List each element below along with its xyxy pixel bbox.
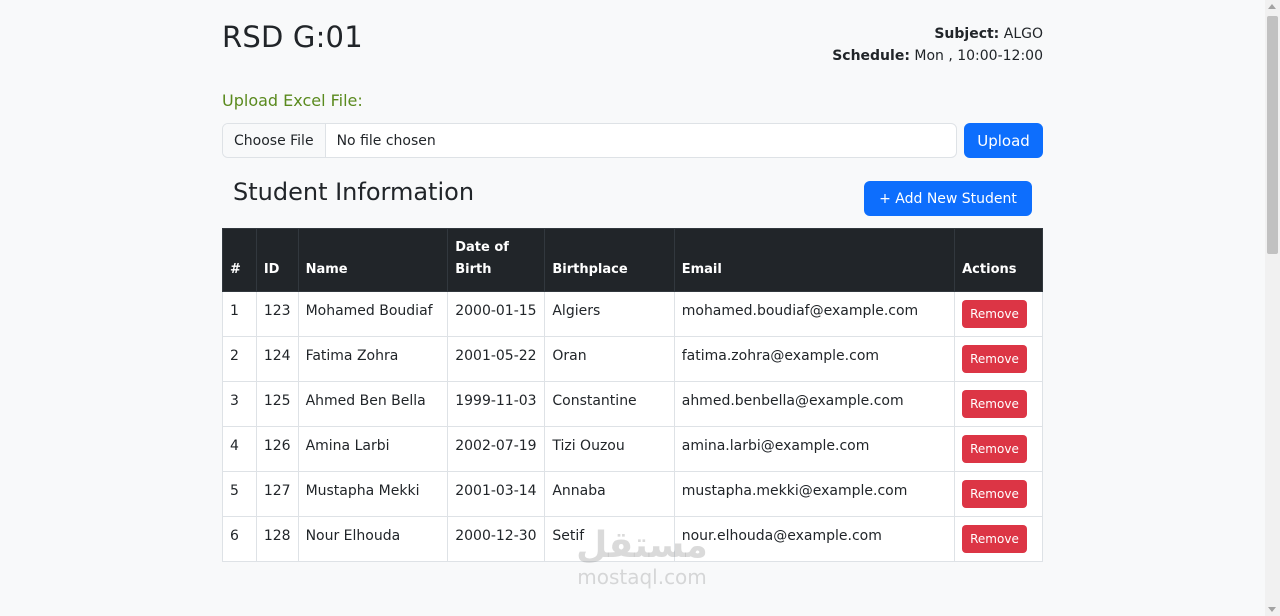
remove-button[interactable]: Remove	[962, 390, 1027, 418]
cell-num: 3	[222, 381, 257, 427]
table-body: 1 123 Mohamed Boudiaf 2000-01-15 Algiers…	[222, 291, 1043, 562]
scroll-down-icon[interactable]	[1268, 607, 1276, 612]
subject-label: Subject:	[934, 26, 1000, 42]
file-status: No file chosen	[336, 132, 436, 149]
cell-dob: 2002-07-19	[447, 426, 546, 472]
cell-num: 4	[222, 426, 257, 472]
cell-id: 127	[255, 471, 299, 517]
cell-actions: Remove	[954, 381, 1043, 427]
cell-birthplace: Constantine	[544, 381, 675, 427]
schedule-value: Mon , 10:00-12:00	[914, 48, 1043, 64]
cell-id: 128	[255, 516, 299, 562]
remove-button[interactable]: Remove	[962, 435, 1027, 463]
subject-value: ALGO	[1003, 26, 1043, 42]
col-header-num: #	[222, 228, 257, 292]
cell-birthplace: Annaba	[544, 471, 675, 517]
cell-actions: Remove	[954, 471, 1043, 517]
remove-button[interactable]: Remove	[962, 525, 1027, 553]
cell-email: nour.elhouda@example.com	[673, 516, 956, 562]
col-header-birthplace: Birthplace	[544, 228, 675, 292]
cell-name: Mohamed Boudiaf	[297, 291, 449, 337]
students-table: # ID Name Date of Birth Birthplace Email…	[222, 228, 1043, 562]
cell-email: mustapha.mekki@example.com	[673, 471, 956, 517]
section-title: Student Information	[233, 178, 475, 206]
table-row: 4 126 Amina Larbi 2002-07-19 Tizi Ouzou …	[222, 426, 1043, 472]
cell-num: 2	[222, 336, 257, 382]
col-header-email: Email	[673, 228, 956, 292]
cell-birthplace: Oran	[544, 336, 675, 382]
cell-dob: 2000-01-15	[447, 291, 546, 337]
cell-actions: Remove	[954, 426, 1043, 472]
header-row: # ID Name Date of Birth Birthplace Email…	[222, 228, 1043, 292]
table-row: 3 125 Ahmed Ben Bella 1999-11-03 Constan…	[222, 381, 1043, 427]
cell-actions: Remove	[954, 336, 1043, 382]
upload-label: Upload Excel File:	[222, 91, 363, 110]
cell-id: 126	[255, 426, 299, 472]
remove-button[interactable]: Remove	[962, 345, 1027, 373]
cell-name: Amina Larbi	[297, 426, 449, 472]
table-row: 6 128 Nour Elhouda 2000-12-30 Setif nour…	[222, 516, 1043, 562]
table-row: 2 124 Fatima Zohra 2001-05-22 Oran fatim…	[222, 336, 1043, 382]
remove-button[interactable]: Remove	[962, 480, 1027, 508]
cell-dob: 2000-12-30	[447, 516, 546, 562]
col-header-dob: Date of Birth	[447, 228, 546, 292]
col-header-name: Name	[297, 228, 449, 292]
cell-email: amina.larbi@example.com	[673, 426, 956, 472]
cell-id: 124	[255, 336, 299, 382]
table-header: # ID Name Date of Birth Birthplace Email…	[222, 228, 1043, 292]
page-title: RSD G:01	[222, 20, 363, 54]
table-row: 1 123 Mohamed Boudiaf 2000-01-15 Algiers…	[222, 291, 1043, 337]
cell-name: Nour Elhouda	[297, 516, 449, 562]
col-header-id: ID	[255, 228, 299, 292]
table-row: 5 127 Mustapha Mekki 2001-03-14 Annaba m…	[222, 471, 1043, 517]
cell-birthplace: Algiers	[544, 291, 675, 337]
cell-dob: 2001-05-22	[447, 336, 546, 382]
course-meta: Subject: ALGO Schedule: Mon , 10:00-12:0…	[832, 23, 1043, 67]
cell-email: mohamed.boudiaf@example.com	[673, 291, 956, 337]
page-scrollbar[interactable]	[1265, 0, 1280, 616]
cell-id: 125	[255, 381, 299, 427]
cell-email: fatima.zohra@example.com	[673, 336, 956, 382]
remove-button[interactable]: Remove	[962, 300, 1027, 328]
cell-birthplace: Setif	[544, 516, 675, 562]
cell-email: ahmed.benbella@example.com	[673, 381, 956, 427]
cell-id: 123	[255, 291, 299, 337]
cell-name: Mustapha Mekki	[297, 471, 449, 517]
cell-num: 5	[222, 471, 257, 517]
scroll-up-icon[interactable]	[1268, 4, 1276, 9]
cell-name: Ahmed Ben Bella	[297, 381, 449, 427]
cell-dob: 1999-11-03	[447, 381, 546, 427]
cell-birthplace: Tizi Ouzou	[544, 426, 675, 472]
cell-name: Fatima Zohra	[297, 336, 449, 382]
choose-file-button[interactable]: Choose File	[223, 124, 326, 157]
col-header-actions: Actions	[954, 228, 1043, 292]
cell-dob: 2001-03-14	[447, 471, 546, 517]
subject-line: Subject: ALGO	[832, 23, 1043, 45]
cell-actions: Remove	[954, 291, 1043, 337]
schedule-label: Schedule:	[832, 48, 910, 64]
cell-num: 6	[222, 516, 257, 562]
schedule-line: Schedule: Mon , 10:00-12:00	[832, 45, 1043, 67]
upload-button[interactable]: Upload	[964, 123, 1043, 158]
watermark-latin: mostaql.com	[577, 565, 707, 589]
file-input[interactable]: Choose File No file chosen	[222, 123, 957, 158]
scrollbar-thumb[interactable]	[1267, 16, 1278, 254]
cell-actions: Remove	[954, 516, 1043, 562]
cell-num: 1	[222, 291, 257, 337]
add-student-button[interactable]: + Add New Student	[864, 181, 1032, 216]
